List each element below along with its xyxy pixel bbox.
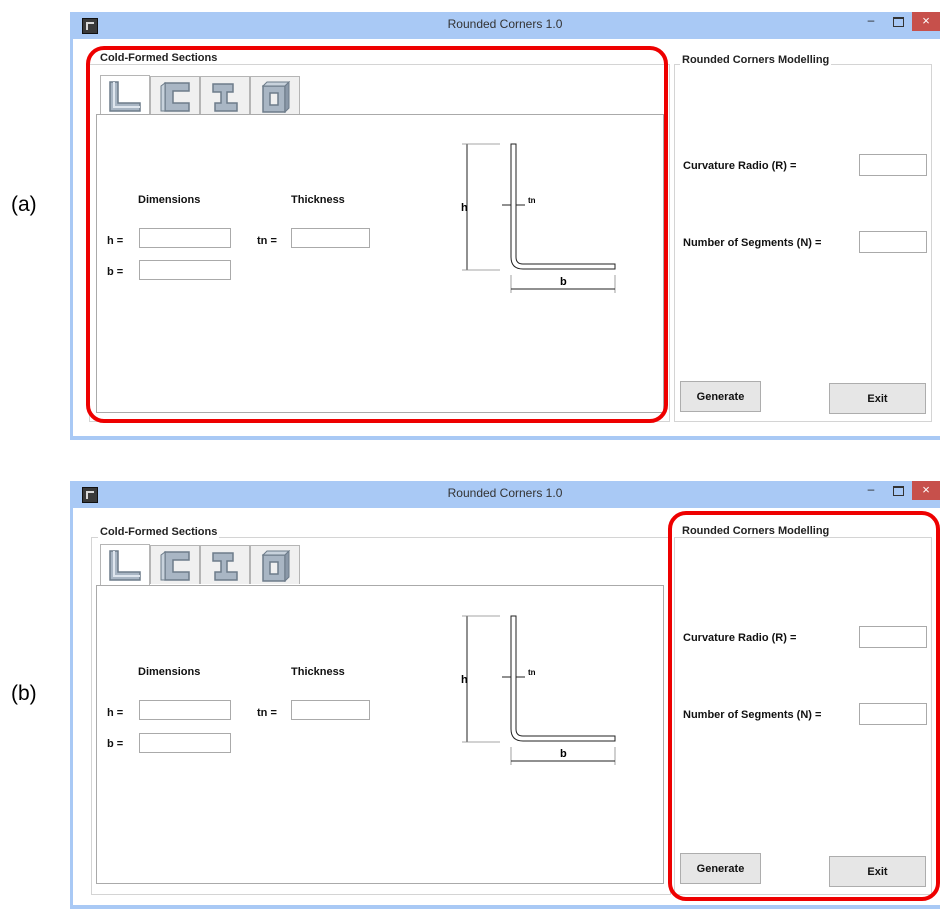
curvature-radius-label: Curvature Radio (R) = [683,160,797,172]
h-label: h = [107,707,124,719]
diagram-b-label: b [560,748,567,760]
tn-label: tn = [257,707,277,719]
panel-label-b: (b) [11,682,37,705]
window-border [70,39,73,440]
tab-c-section[interactable] [150,545,200,584]
minimize-button[interactable]: – [858,12,884,31]
l-section-icon [109,550,141,581]
i-section-icon [212,552,238,581]
app-window: Rounded Corners 1.0 – × Cold-Formed Sect… [70,481,940,909]
exit-button[interactable]: Exit [829,383,926,414]
maximize-icon [893,17,904,27]
window-border [70,508,73,909]
segments-label: Number of Segments (N) = [683,237,822,249]
o-section-icon [261,550,291,582]
h-input[interactable] [139,700,231,720]
b-input[interactable] [139,733,231,753]
highlight-frame [86,46,668,423]
curvature-radius-input[interactable] [859,154,927,176]
diagram-tn-label: tn [528,668,536,677]
maximize-icon [893,486,904,496]
tn-input[interactable] [291,700,370,720]
b-label: b = [107,738,124,750]
panel-label-a: (a) [11,193,37,216]
window-title: Rounded Corners 1.0 [447,486,563,500]
tab-i-section[interactable] [200,545,250,584]
cold-formed-sections-title: Cold-Formed Sections [98,526,220,538]
maximize-button[interactable] [885,481,911,500]
segments-input[interactable] [859,231,927,253]
tab-l-section[interactable] [100,544,150,585]
title-bar[interactable]: Rounded Corners 1.0 – × [70,12,940,39]
close-button[interactable]: × [912,481,940,500]
close-button[interactable]: × [912,12,940,31]
window-title: Rounded Corners 1.0 [447,17,563,31]
tab-o-section[interactable] [250,545,300,584]
l-section-diagram: h tn b [461,615,616,765]
minimize-button[interactable]: – [858,481,884,500]
generate-button[interactable]: Generate [680,381,761,412]
app-window: Rounded Corners 1.0 – × Cold-Formed Sect… [70,12,940,440]
c-section-icon [160,551,190,581]
thickness-header: Thickness [291,666,345,678]
title-bar[interactable]: Rounded Corners 1.0 – × [70,481,940,508]
window-border [70,905,940,909]
window-border [70,436,940,440]
dimensions-header: Dimensions [138,666,201,678]
rounded-corners-modelling-title: Rounded Corners Modelling [680,54,832,66]
highlight-frame [668,511,940,901]
diagram-h-label: h [461,674,468,686]
maximize-button[interactable] [885,12,911,31]
